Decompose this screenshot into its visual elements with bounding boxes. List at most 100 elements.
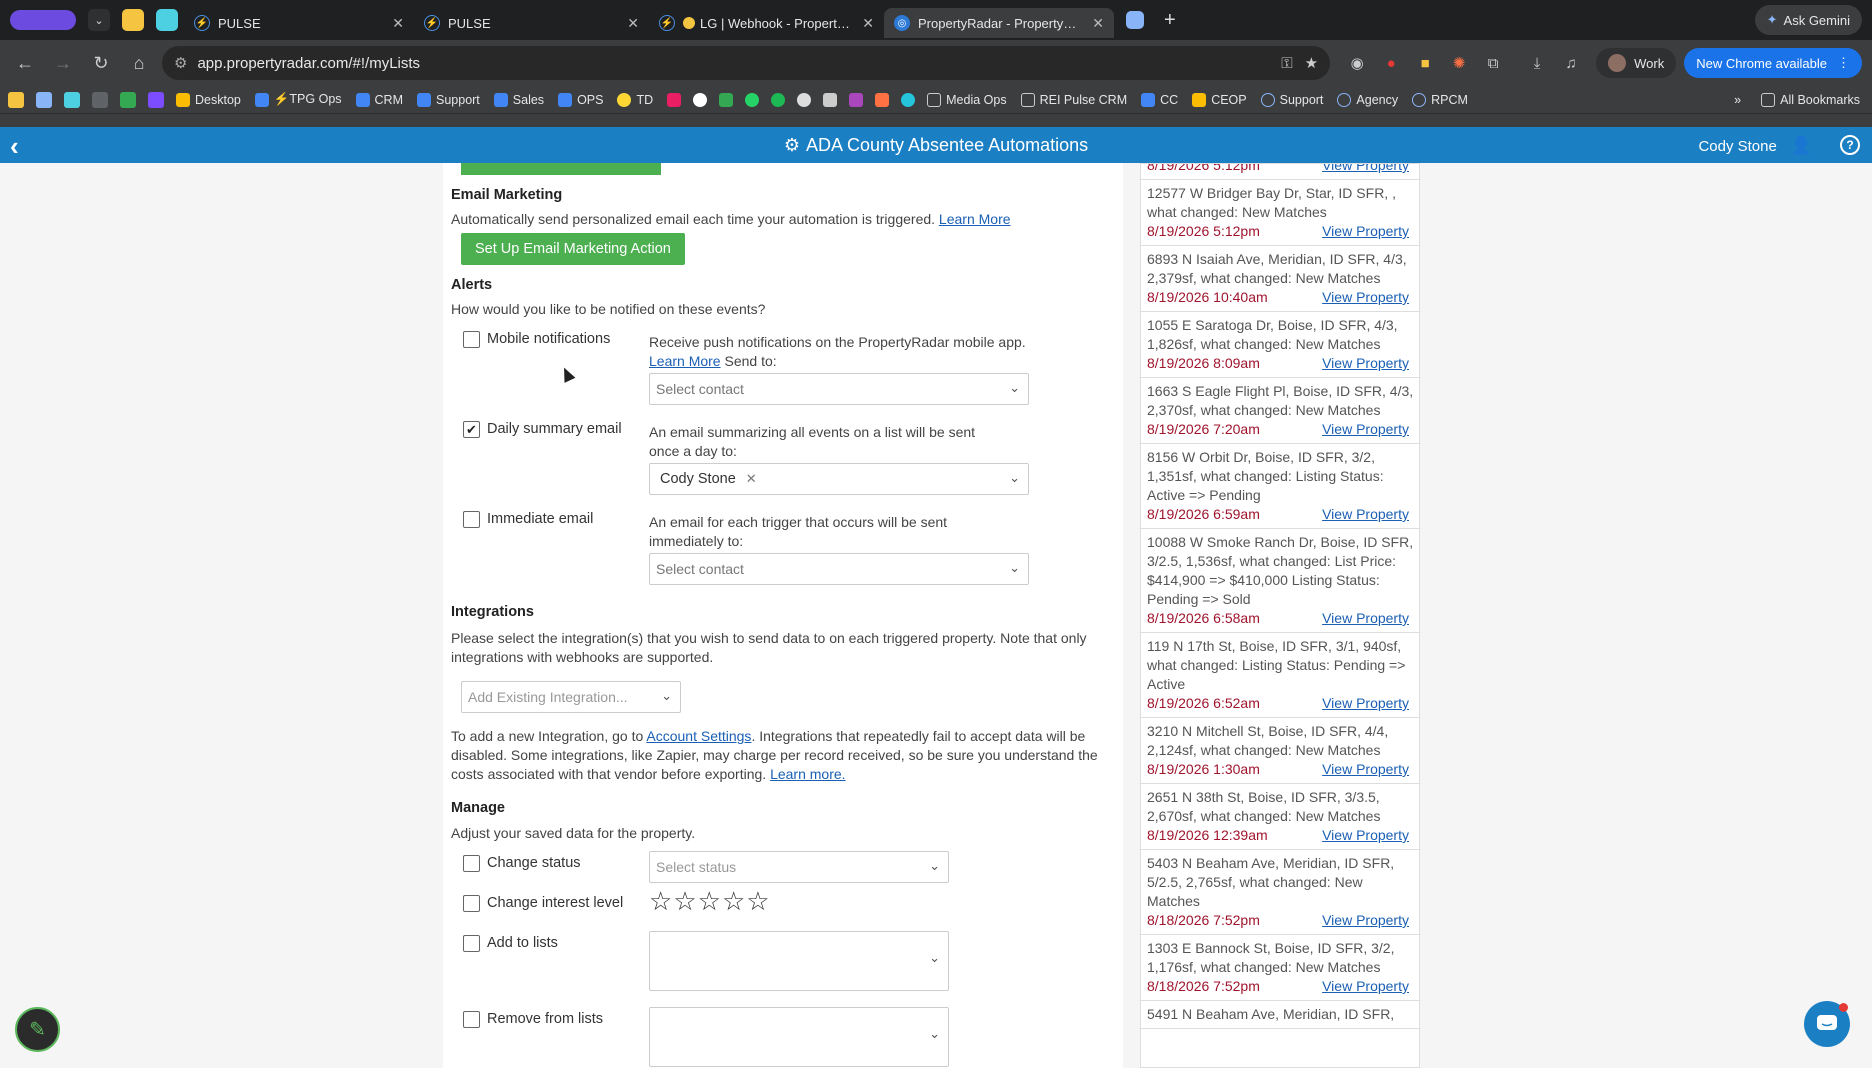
previous-action-button[interactable] xyxy=(461,163,661,175)
tab-group-icon[interactable] xyxy=(1126,11,1144,29)
extension-red-icon[interactable]: ● xyxy=(1378,50,1404,76)
extension-burst-icon[interactable]: ✺ xyxy=(1446,50,1472,76)
tab-pulse-2[interactable]: ⚡ PULSE ✕ xyxy=(414,8,649,38)
address-bar[interactable]: ⚙ app.propertyradar.com/#!/myLists ⚿ ★ xyxy=(162,46,1331,80)
bookmark-icon[interactable] xyxy=(8,91,24,108)
chevron-down-icon[interactable]: ⌄ xyxy=(88,9,110,31)
bookmark-icon[interactable] xyxy=(64,91,80,108)
back-arrow-icon[interactable]: ← xyxy=(10,48,40,78)
bookmark-icon[interactable] xyxy=(148,91,164,108)
meet-icon[interactable] xyxy=(719,92,734,107)
bookmark-crm[interactable]: CRM xyxy=(355,92,403,107)
change-interest-checkbox[interactable] xyxy=(463,895,480,912)
bookmark-rei-pulse-crm[interactable]: REI Pulse CRM xyxy=(1020,92,1127,107)
bookmark-tpg-ops[interactable]: ⚡TPG Ops xyxy=(254,92,342,107)
bookmark-agency[interactable]: Agency xyxy=(1337,92,1398,107)
bookmark-support-2[interactable]: Support xyxy=(1260,92,1323,107)
user-menu[interactable]: Cody Stone 👤 xyxy=(1698,136,1812,156)
home-icon[interactable]: ⌂ xyxy=(124,48,154,78)
password-key-icon[interactable]: ⚿ xyxy=(1281,55,1292,72)
add-to-lists-checkbox[interactable] xyxy=(463,935,480,952)
setup-email-marketing-button[interactable]: Set Up Email Marketing Action xyxy=(461,233,685,265)
mobile-notifications-checkbox[interactable] xyxy=(463,331,480,348)
bookmark-ops[interactable]: OPS xyxy=(558,92,603,107)
change-status-checkbox[interactable] xyxy=(463,855,480,872)
tab-pulse-1[interactable]: ⚡ PULSE ✕ xyxy=(184,8,414,38)
remove-lists-select[interactable]: ⌄ xyxy=(649,1007,949,1067)
close-icon[interactable]: ✕ xyxy=(862,15,874,32)
star-icon[interactable]: ☆ xyxy=(649,888,672,914)
email-marketing-learn-more-link[interactable]: Learn More xyxy=(939,211,1011,227)
view-property-link[interactable]: View Property xyxy=(1322,505,1409,524)
sheets-icon[interactable] xyxy=(120,91,136,108)
tab-webhook[interactable]: ⚡ LG | Webhook - Property R ✕ xyxy=(649,8,884,38)
view-property-link[interactable]: View Property xyxy=(1322,222,1409,241)
pinned-tab-yellow[interactable] xyxy=(122,9,144,31)
chat-support-button[interactable] xyxy=(1804,1001,1850,1047)
view-property-link[interactable]: View Property xyxy=(1322,826,1409,845)
status-select[interactable]: Select status ⌄ xyxy=(649,851,949,883)
bookmark-icon[interactable] xyxy=(849,92,864,107)
bookmark-star-icon[interactable]: ★ xyxy=(1305,54,1318,72)
bookmark-rpcm[interactable]: RPCM xyxy=(1412,92,1468,107)
view-property-link[interactable]: View Property xyxy=(1322,609,1409,628)
bookmark-icon[interactable] xyxy=(823,92,838,107)
close-icon[interactable]: ✕ xyxy=(392,15,404,32)
play-icon[interactable] xyxy=(797,92,812,107)
media-icon[interactable]: ♫ xyxy=(1558,50,1584,76)
star-icon[interactable]: ☆ xyxy=(673,888,696,914)
all-bookmarks[interactable]: All Bookmarks xyxy=(1761,92,1860,107)
view-property-link[interactable]: View Property xyxy=(1322,760,1409,779)
forward-arrow-icon[interactable]: → xyxy=(48,48,78,78)
star-icon[interactable]: ☆ xyxy=(722,888,745,914)
immediate-contact-select[interactable]: Select contact ⌄ xyxy=(649,553,1029,585)
bookmark-support[interactable]: Support xyxy=(417,92,480,107)
add-integration-select[interactable]: Add Existing Integration... ⌄ xyxy=(461,681,681,713)
account-settings-link[interactable]: Account Settings xyxy=(646,728,751,744)
mobile-contact-select[interactable]: Select contact ⌄ xyxy=(649,373,1029,405)
apps-grid-icon[interactable] xyxy=(92,91,108,108)
bookmark-cc[interactable]: CC xyxy=(1141,92,1178,107)
bookmark-icon[interactable] xyxy=(875,92,890,107)
extensions-puzzle-icon[interactable]: ⧉ xyxy=(1480,50,1506,76)
new-tab-button[interactable]: + xyxy=(1164,9,1176,32)
help-icon[interactable]: ? xyxy=(1840,135,1860,155)
ask-gemini-button[interactable]: ✦ Ask Gemini xyxy=(1754,5,1862,35)
view-property-link[interactable]: View Property xyxy=(1322,164,1409,175)
remove-chip-icon[interactable]: ✕ xyxy=(746,471,757,487)
integrations-learn-more-link[interactable]: Learn more. xyxy=(770,766,845,782)
bookmark-sales[interactable]: Sales xyxy=(493,92,544,107)
immediate-email-checkbox[interactable] xyxy=(463,511,480,528)
add-lists-select[interactable]: ⌄ xyxy=(649,931,949,991)
bookmark-media-ops[interactable]: Media Ops xyxy=(927,92,1007,107)
daily-summary-checkbox[interactable]: ✔ xyxy=(463,421,480,438)
edit-pencil-button[interactable]: ✎ xyxy=(15,1007,60,1052)
bookmark-desktop[interactable]: Desktop xyxy=(176,92,241,107)
view-property-link[interactable]: View Property xyxy=(1322,694,1409,713)
bookmarks-overflow-button[interactable]: » xyxy=(1734,93,1741,107)
star-icon[interactable]: ☆ xyxy=(746,888,769,914)
bookmark-td[interactable]: TD xyxy=(617,92,653,107)
view-property-link[interactable]: View Property xyxy=(1322,420,1409,439)
view-property-link[interactable]: View Property xyxy=(1322,977,1409,996)
google-icon[interactable] xyxy=(693,92,708,107)
whatsapp-icon[interactable] xyxy=(745,92,760,107)
close-icon[interactable]: ✕ xyxy=(1092,15,1104,32)
camera-icon[interactable]: ◉ xyxy=(1344,50,1370,76)
interest-rating[interactable]: ☆ ☆ ☆ ☆ ☆ xyxy=(649,888,771,914)
mobile-learn-more-link[interactable]: Learn More xyxy=(649,353,721,369)
update-chrome-button[interactable]: New Chrome available ⋮ xyxy=(1684,48,1862,78)
download-icon[interactable]: ⤓ xyxy=(1524,50,1550,76)
bookmark-icon[interactable] xyxy=(901,92,916,107)
daily-contact-select[interactable]: Cody Stone ✕ ⌄ xyxy=(649,463,1029,495)
pinned-tab-cyan[interactable] xyxy=(156,9,178,31)
extension-yellow-icon[interactable]: ■ xyxy=(1412,50,1438,76)
tab-propertyradar[interactable]: ◎ PropertyRadar - PropertyRad ✕ xyxy=(884,8,1114,38)
view-property-link[interactable]: View Property xyxy=(1322,288,1409,307)
view-property-link[interactable]: View Property xyxy=(1322,911,1409,930)
spotify-icon[interactable] xyxy=(771,92,786,107)
remove-from-lists-checkbox[interactable] xyxy=(463,1011,480,1028)
bookmark-ceop[interactable]: CEOP xyxy=(1192,92,1247,107)
site-settings-icon[interactable]: ⚙ xyxy=(174,54,187,72)
profile-button[interactable]: Work xyxy=(1596,48,1677,78)
